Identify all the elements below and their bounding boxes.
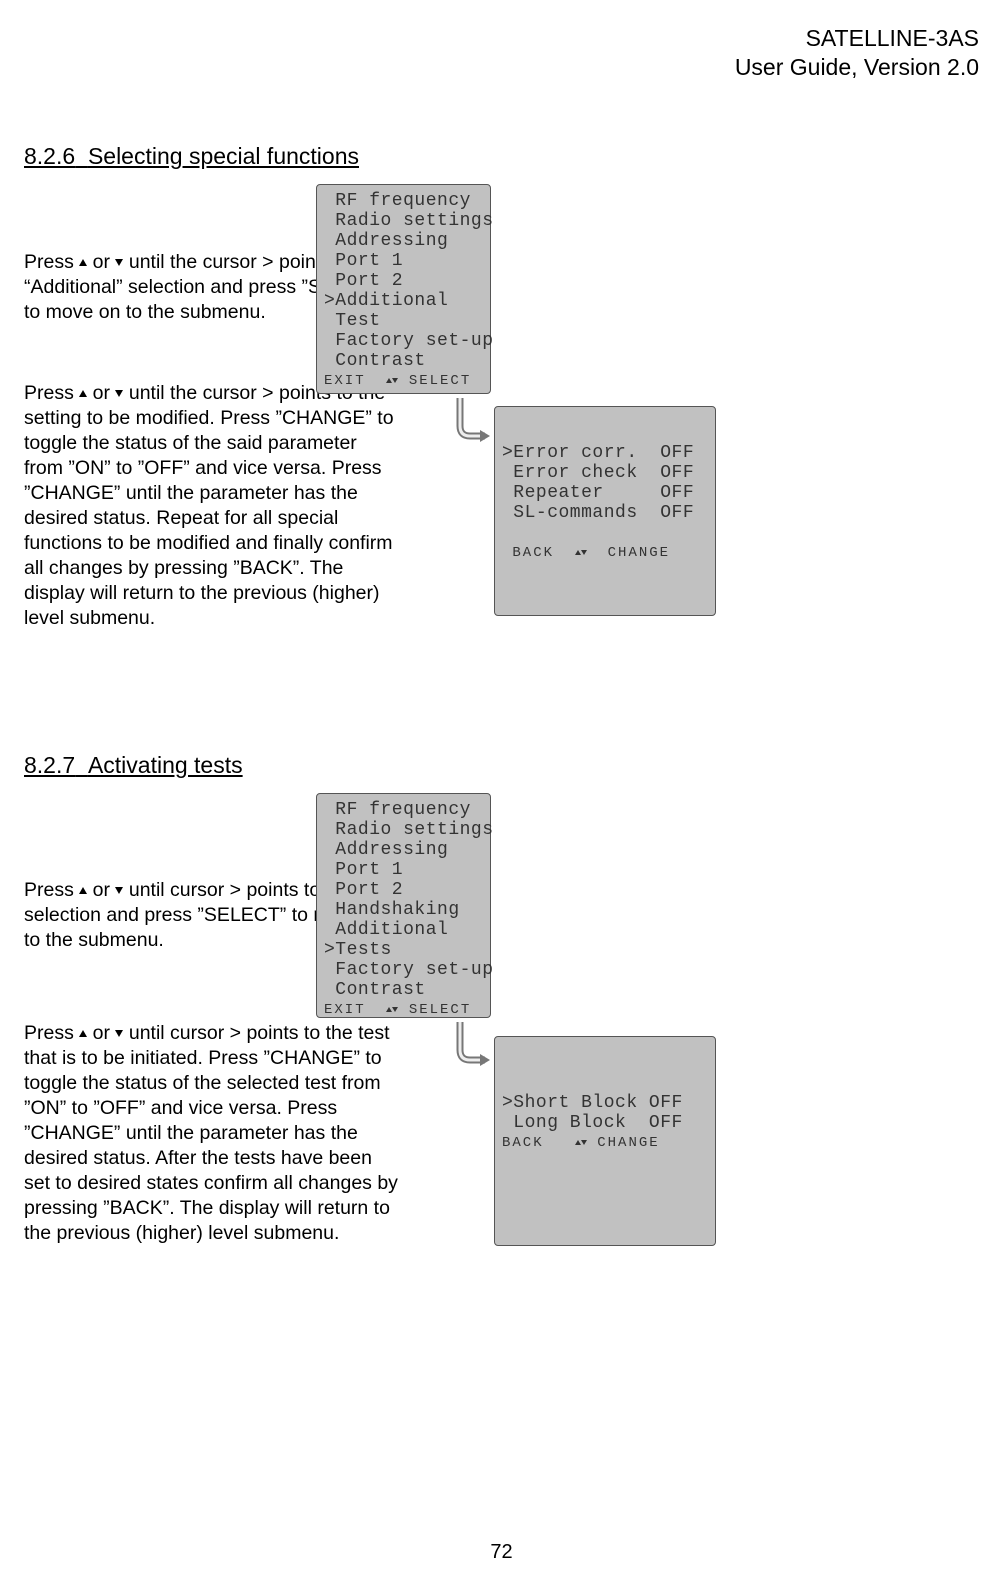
lcd-screen-main-menu-1: RF frequency Radio settings Addressing P… <box>316 184 491 394</box>
lcd-line: Error check OFF <box>502 463 708 483</box>
lcd-line-selected: >Error corr. OFF <box>502 443 708 463</box>
lcd-line: Addressing <box>324 840 483 860</box>
section-heading-8-2-7: 8.2.7 Activating tests <box>24 752 243 779</box>
lcd-line-selected: >Additional <box>324 291 483 311</box>
lcd-line: Additional <box>324 920 483 940</box>
lcd-line: Port 1 <box>324 251 483 271</box>
lcd-screen-additional: >Error corr. OFF Error check OFF Repeate… <box>494 406 716 616</box>
lcd-line: Port 1 <box>324 860 483 880</box>
lcd-line: Handshaking <box>324 900 483 920</box>
paragraph-2: Press or until the cursor > points to th… <box>24 381 398 631</box>
down-arrow-icon <box>392 1007 398 1012</box>
header-line-2: User Guide, Version 2.0 <box>735 53 979 82</box>
lcd-line: Repeater OFF <box>502 483 708 503</box>
flow-arrow-icon <box>440 1020 490 1070</box>
lcd-line: Contrast <box>324 351 483 371</box>
lcd-line: SL-commands OFF <box>502 503 708 523</box>
lcd-line: Port 2 <box>324 271 483 291</box>
lcd-screen-tests: >Short Block OFF Long Block OFF BACK CHA… <box>494 1036 716 1246</box>
lcd-line: RF frequency <box>324 191 483 211</box>
flow-arrow-icon <box>440 396 490 446</box>
page-header: SATELLINE-3AS User Guide, Version 2.0 <box>735 24 979 82</box>
lcd-footer: BACK CHANGE <box>502 543 708 563</box>
down-arrow-icon <box>581 550 587 555</box>
lcd-line: Radio settings <box>324 820 483 840</box>
lcd-line: RF frequency <box>324 800 483 820</box>
lcd-line: Contrast <box>324 980 483 1000</box>
header-line-1: SATELLINE-3AS <box>735 24 979 53</box>
lcd-footer: EXIT SELECT <box>324 1000 483 1020</box>
lcd-line-selected: >Short Block OFF <box>502 1093 708 1113</box>
section-title: Activating tests <box>88 752 243 778</box>
lcd-footer: BACK CHANGE <box>502 1133 708 1153</box>
section-number: 8.2.6 <box>24 143 75 169</box>
lcd-line: Factory set-up <box>324 960 483 980</box>
down-arrow-icon <box>392 378 398 383</box>
paragraph-4: Press or until cursor > points to the te… <box>24 1021 398 1246</box>
lcd-line: Radio settings <box>324 211 483 231</box>
lcd-line: Factory set-up <box>324 331 483 351</box>
lcd-line: Test <box>324 311 483 331</box>
section-title: Selecting special functions <box>88 143 359 169</box>
lcd-screen-main-menu-2: RF frequency Radio settings Addressing P… <box>316 793 491 1018</box>
section-heading-8-2-6: 8.2.6 Selecting special functions <box>24 143 359 170</box>
lcd-line: Port 2 <box>324 880 483 900</box>
down-arrow-icon <box>581 1140 587 1145</box>
lcd-footer: EXIT SELECT <box>324 371 483 391</box>
section-number: 8.2.7 <box>24 752 75 778</box>
lcd-line-selected: >Tests <box>324 940 483 960</box>
lcd-line: Addressing <box>324 231 483 251</box>
page-number: 72 <box>0 1541 1003 1564</box>
lcd-line: Long Block OFF <box>502 1113 708 1133</box>
